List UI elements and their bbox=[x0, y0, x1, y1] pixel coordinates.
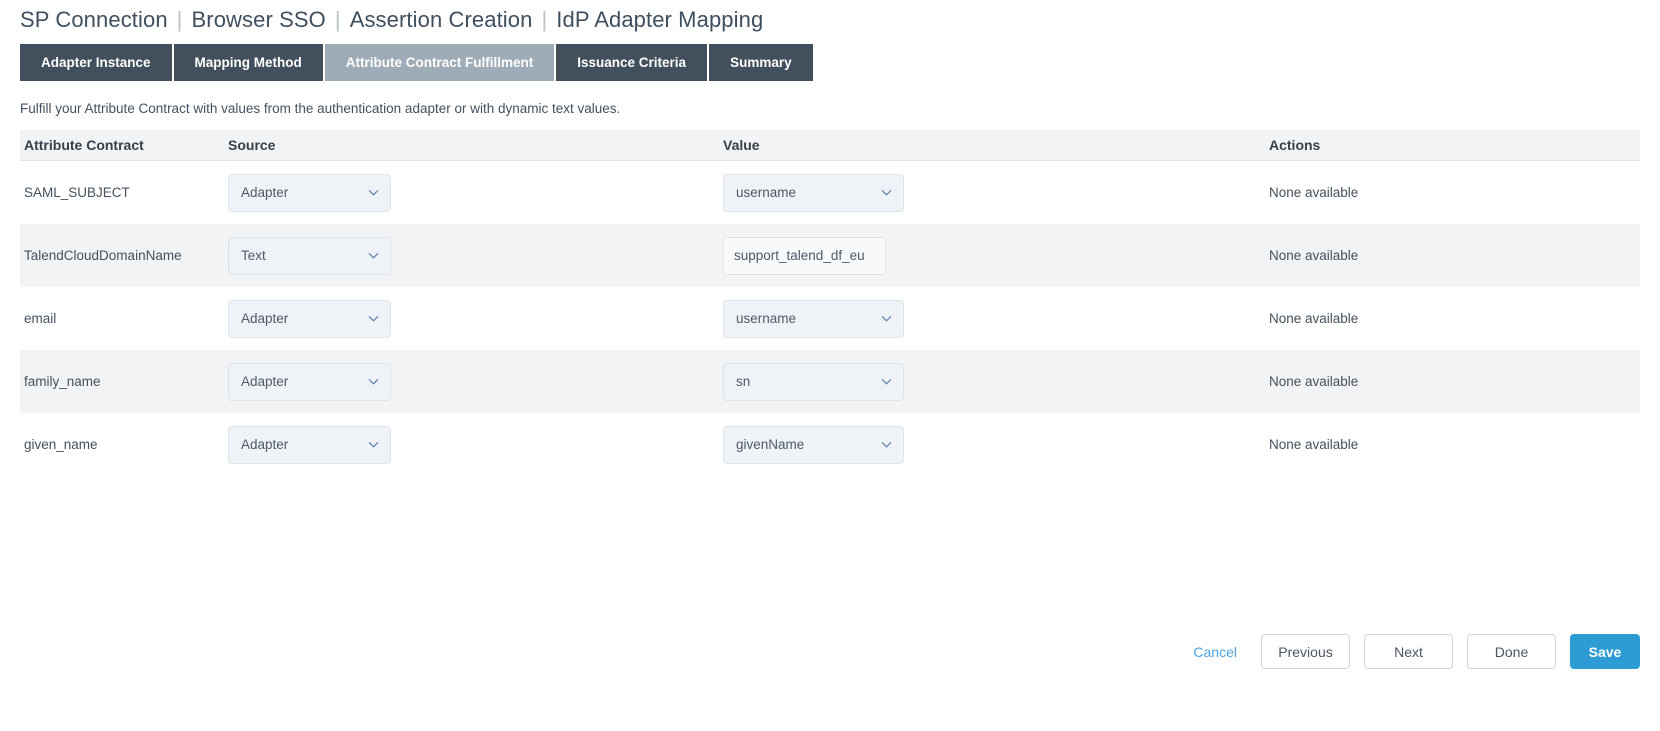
breadcrumb-item-browser-sso[interactable]: Browser SSO bbox=[192, 7, 326, 33]
cell-attribute: email bbox=[20, 310, 228, 328]
attribute-name: email bbox=[24, 310, 57, 326]
column-header-value: Value bbox=[723, 137, 760, 153]
column-header-attribute-contract: Attribute Contract bbox=[24, 137, 144, 153]
chevron-down-icon bbox=[881, 187, 892, 198]
column-header-source: Source bbox=[228, 137, 276, 153]
previous-button[interactable]: Previous bbox=[1261, 634, 1350, 669]
cell-source: Adapter bbox=[228, 299, 723, 338]
chevron-down-icon bbox=[368, 187, 379, 198]
source-select[interactable]: Adapter bbox=[228, 362, 391, 401]
attribute-contract-table: Attribute Contract Source Value Actions … bbox=[20, 130, 1640, 476]
attribute-name: SAML_SUBJECT bbox=[24, 184, 130, 200]
footer-actions: Cancel Previous Next Done Save bbox=[1183, 634, 1640, 669]
source-select[interactable]: Adapter bbox=[228, 173, 391, 212]
attribute-name: family_name bbox=[24, 373, 101, 389]
source-select-value: Adapter bbox=[241, 437, 289, 452]
cancel-button[interactable]: Cancel bbox=[1183, 644, 1247, 660]
actions-text: None available bbox=[1269, 310, 1359, 326]
table-row: email Adapter username None available bbox=[20, 287, 1640, 350]
breadcrumb: SP Connection | Browser SSO | Assertion … bbox=[20, 4, 763, 36]
breadcrumb-item-idp-adapter-mapping[interactable]: IdP Adapter Mapping bbox=[556, 7, 763, 33]
tab-summary[interactable]: Summary bbox=[709, 44, 813, 81]
source-select[interactable]: Adapter bbox=[228, 299, 391, 338]
actions-text: None available bbox=[1269, 373, 1359, 389]
cell-attribute: family_name bbox=[20, 373, 228, 391]
column-header-actions: Actions bbox=[1269, 137, 1321, 153]
source-select-value: Adapter bbox=[241, 185, 289, 200]
cell-attribute: SAML_SUBJECT bbox=[20, 184, 228, 202]
intro-text: Fulfill your Attribute Contract with val… bbox=[20, 101, 621, 116]
actions-text: None available bbox=[1269, 436, 1359, 452]
actions-text: None available bbox=[1269, 247, 1359, 263]
cell-attribute: TalendCloudDomainName bbox=[20, 247, 228, 265]
value-text-input[interactable]: support_talend_df_eu bbox=[723, 236, 886, 275]
breadcrumb-separator: | bbox=[541, 7, 548, 32]
tab-issuance-criteria[interactable]: Issuance Criteria bbox=[556, 44, 710, 81]
cell-actions: None available bbox=[1269, 310, 1640, 328]
tab-adapter-instance[interactable]: Adapter Instance bbox=[20, 44, 174, 81]
cell-actions: None available bbox=[1269, 247, 1640, 265]
cell-value: username bbox=[723, 173, 1269, 212]
attribute-name: given_name bbox=[24, 436, 98, 452]
chevron-down-icon bbox=[881, 439, 892, 450]
next-button[interactable]: Next bbox=[1364, 634, 1453, 669]
cell-source: Adapter bbox=[228, 173, 723, 212]
attribute-name: TalendCloudDomainName bbox=[24, 247, 182, 263]
table-header-row: Attribute Contract Source Value Actions bbox=[20, 130, 1640, 161]
done-button[interactable]: Done bbox=[1467, 634, 1556, 669]
source-select-value: Adapter bbox=[241, 374, 289, 389]
value-select-value: sn bbox=[736, 374, 751, 389]
value-select-value: username bbox=[736, 311, 797, 326]
cell-value: support_talend_df_eu bbox=[723, 236, 1269, 275]
source-select-value: Text bbox=[241, 248, 266, 263]
source-select-value: Adapter bbox=[241, 311, 289, 326]
cell-source: Text bbox=[228, 236, 723, 275]
value-select[interactable]: sn bbox=[723, 362, 904, 401]
page-root: SP Connection | Browser SSO | Assertion … bbox=[0, 0, 1660, 731]
breadcrumb-item-assertion-creation[interactable]: Assertion Creation bbox=[350, 7, 533, 33]
table-row: given_name Adapter givenName None availa… bbox=[20, 413, 1640, 476]
actions-text: None available bbox=[1269, 184, 1359, 200]
value-select-value: username bbox=[736, 185, 797, 200]
value-select-value: givenName bbox=[736, 437, 805, 452]
table-row: SAML_SUBJECT Adapter username None avail… bbox=[20, 161, 1640, 224]
chevron-down-icon bbox=[881, 376, 892, 387]
cell-attribute: given_name bbox=[20, 436, 228, 454]
cell-source: Adapter bbox=[228, 362, 723, 401]
cell-actions: None available bbox=[1269, 436, 1640, 454]
tab-attribute-contract-fulfillment[interactable]: Attribute Contract Fulfillment bbox=[324, 44, 557, 81]
tab-mapping-method[interactable]: Mapping Method bbox=[173, 44, 325, 81]
breadcrumb-item-sp-connection[interactable]: SP Connection bbox=[20, 7, 168, 33]
table-row: TalendCloudDomainName Text support_talen… bbox=[20, 224, 1640, 287]
value-select[interactable]: username bbox=[723, 173, 904, 212]
value-select[interactable]: givenName bbox=[723, 425, 904, 464]
cell-value: sn bbox=[723, 362, 1269, 401]
value-select[interactable]: username bbox=[723, 299, 904, 338]
breadcrumb-separator: | bbox=[176, 7, 183, 32]
source-select[interactable]: Text bbox=[228, 236, 391, 275]
cell-source: Adapter bbox=[228, 425, 723, 464]
chevron-down-icon bbox=[368, 313, 379, 324]
chevron-down-icon bbox=[881, 313, 892, 324]
chevron-down-icon bbox=[368, 376, 379, 387]
tab-bar: Adapter Instance Mapping Method Attribut… bbox=[20, 44, 813, 81]
cell-value: givenName bbox=[723, 425, 1269, 464]
source-select[interactable]: Adapter bbox=[228, 425, 391, 464]
chevron-down-icon bbox=[368, 439, 379, 450]
table-row: family_name Adapter sn None available bbox=[20, 350, 1640, 413]
breadcrumb-separator: | bbox=[334, 7, 341, 32]
chevron-down-icon bbox=[368, 250, 379, 261]
cell-actions: None available bbox=[1269, 373, 1640, 391]
cell-value: username bbox=[723, 299, 1269, 338]
cell-actions: None available bbox=[1269, 184, 1640, 202]
save-button[interactable]: Save bbox=[1570, 634, 1640, 669]
